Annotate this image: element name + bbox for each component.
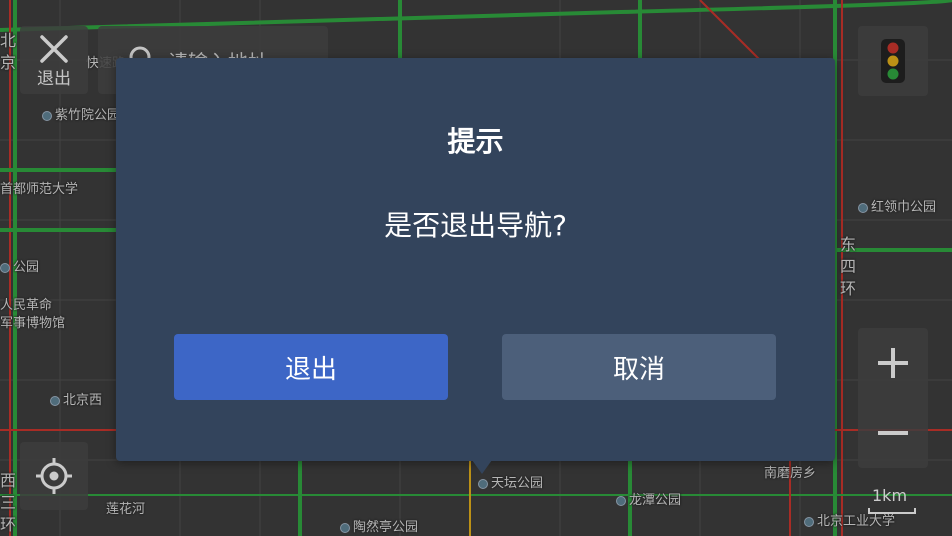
dialog-title: 提示 — [447, 125, 504, 158]
cancel-button[interactable]: 取消 — [502, 334, 776, 400]
exit-confirm-dialog: 提示 是否退出导航? 退出 取消 — [116, 58, 835, 461]
dialog-pointer — [472, 460, 492, 474]
exit-button[interactable]: 退出 — [174, 334, 448, 400]
dialog-message: 是否退出导航? — [384, 209, 567, 242]
